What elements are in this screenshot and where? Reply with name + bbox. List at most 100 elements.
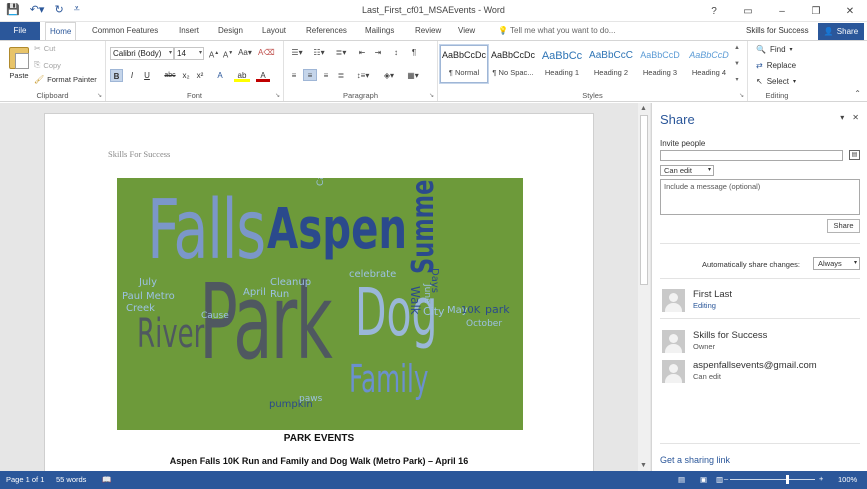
sort-icon[interactable]: ↕ [390, 47, 402, 59]
document-heading[interactable]: PARK EVENTS [45, 433, 593, 444]
get-sharing-link[interactable]: Get a sharing link [660, 455, 730, 465]
invite-people-input[interactable] [660, 150, 843, 161]
zoom-out-icon[interactable]: – [724, 474, 728, 483]
tab-layout[interactable]: Layout [258, 22, 290, 40]
style-heading-3[interactable]: AaBbCcD Heading 3 [636, 45, 684, 83]
close-icon[interactable]: ✕ [852, 113, 859, 122]
zoom-level[interactable]: 100% [838, 475, 857, 484]
text-effects-button[interactable]: A [212, 69, 228, 82]
multilevel-list-icon[interactable]: ≣▾ [332, 47, 350, 59]
tab-insert[interactable]: Insert [175, 22, 203, 40]
word-count[interactable]: 55 words [56, 475, 86, 484]
clear-formatting-icon[interactable]: A⌫ [258, 47, 275, 59]
tab-design[interactable]: Design [214, 22, 247, 40]
document-page[interactable]: Skills For Success Falls Aspen Summer Pa… [44, 113, 594, 483]
font-family-select[interactable]: Calibri (Body) ▾ [110, 47, 174, 60]
style-heading-1[interactable]: AaBbCc Heading 1 [538, 45, 586, 83]
replace-button[interactable]: ⇄ Replace [756, 61, 796, 70]
web-layout-icon[interactable]: ▥ [716, 475, 723, 484]
increase-indent-icon[interactable]: ⇥ [372, 47, 384, 59]
scroll-down-icon[interactable]: ▼ [640, 462, 647, 469]
underline-button[interactable]: U [140, 69, 154, 82]
style-no-spacing[interactable]: AaBbCcDc ¶ No Spac... [489, 45, 537, 83]
ribbon-display-icon[interactable]: ▭ [731, 0, 765, 22]
shrink-font-icon[interactable]: A▼ [222, 47, 234, 60]
share-send-button[interactable]: Share [827, 219, 860, 233]
page-count[interactable]: Page 1 of 1 [6, 475, 44, 484]
highlight-button[interactable]: ab [234, 69, 250, 82]
style-normal[interactable]: AaBbCcDc ¶ Normal [439, 44, 489, 84]
shared-person[interactable]: aspenfallsevents@gmail.com Can edit [662, 360, 862, 386]
paste-button[interactable]: Paste [6, 47, 32, 80]
dialog-launcher-icon[interactable]: ↘ [275, 92, 280, 99]
account-name[interactable]: Skills for Success [746, 22, 809, 40]
subscript-button[interactable]: x₂ [180, 69, 192, 82]
zoom-slider[interactable] [730, 479, 815, 480]
tab-mailings[interactable]: Mailings [361, 22, 398, 40]
zoom-in-icon[interactable]: + [819, 474, 823, 483]
tell-me-box[interactable]: 💡 Tell me what you want to do... [498, 22, 615, 40]
italic-button[interactable]: I [126, 69, 138, 82]
shared-person[interactable]: Skills for Success Owner [662, 330, 862, 356]
tab-file[interactable]: File [0, 22, 40, 40]
chevron-down-icon[interactable]: ▾ [840, 113, 844, 122]
cut-button[interactable]: ✂ Cut [34, 44, 55, 53]
grow-font-icon[interactable]: A▲ [208, 47, 220, 60]
address-book-icon[interactable]: ▤ [849, 150, 860, 160]
dialog-launcher-icon[interactable]: ↘ [429, 92, 434, 99]
help-icon[interactable]: ? [697, 0, 731, 22]
style-heading-4[interactable]: AaBbCcD Heading 4 [685, 45, 733, 83]
scroll-thumb[interactable] [640, 115, 648, 285]
auto-share-select[interactable]: Always ▾ [813, 257, 860, 270]
tab-view[interactable]: View [454, 22, 479, 40]
message-input[interactable]: Include a message (optional) [660, 179, 860, 215]
change-case-icon[interactable]: Aa▾ [238, 47, 252, 59]
close-icon[interactable]: ✕ [833, 0, 867, 22]
superscript-button[interactable]: x² [194, 69, 206, 82]
document-subheading[interactable]: Aspen Falls 10K Run and Family and Dog W… [45, 456, 593, 466]
shading-icon[interactable]: ◈▾ [380, 70, 398, 82]
chevron-up-icon[interactable]: ▲ [734, 45, 740, 51]
scroll-up-icon[interactable]: ▲ [640, 105, 647, 112]
font-color-button[interactable]: A [256, 69, 270, 82]
bullets-icon[interactable]: ☰▾ [288, 47, 306, 59]
numbering-icon[interactable]: ☷▾ [310, 47, 328, 59]
more-icon[interactable]: ▾ [735, 76, 738, 83]
restore-icon[interactable]: ❐ [799, 0, 833, 22]
tab-references[interactable]: References [302, 22, 351, 40]
find-button[interactable]: 🔍 Find ▾ [756, 45, 793, 54]
vertical-scrollbar[interactable]: ▲ ▼ [638, 103, 650, 471]
shared-person[interactable]: First Last Editing [662, 289, 862, 315]
font-size-select[interactable]: 14 ▾ [174, 47, 204, 60]
dialog-launcher-icon[interactable]: ↘ [739, 92, 744, 99]
collapse-ribbon-icon[interactable]: ⌃ [854, 89, 861, 98]
align-center-icon[interactable]: ≡ [303, 69, 317, 81]
justify-icon[interactable]: ≣ [335, 70, 347, 82]
strikethrough-button[interactable]: abc [162, 69, 178, 82]
minimize-icon[interactable]: – [765, 0, 799, 22]
style-heading-2[interactable]: AaBbCcC Heading 2 [587, 45, 635, 83]
styles-scroll[interactable]: ▲ ▼ ▾ [732, 45, 742, 83]
permission-select[interactable]: Can edit ▾ [660, 165, 714, 176]
bold-button[interactable]: B [110, 69, 123, 82]
proofing-icon[interactable]: 📖 [102, 475, 111, 484]
tab-common-features[interactable]: Common Features [88, 22, 162, 40]
tab-review[interactable]: Review [411, 22, 445, 40]
word-cloud-image[interactable]: Falls Aspen Summer Park Dog Family River… [117, 178, 523, 430]
chevron-down-icon[interactable]: ▼ [734, 61, 740, 67]
show-marks-icon[interactable]: ¶ [408, 47, 420, 59]
tab-home[interactable]: Home [45, 22, 77, 41]
select-button[interactable]: ↖ Select ▾ [756, 77, 796, 86]
read-mode-icon[interactable]: ▤ [678, 475, 685, 484]
share-button[interactable]: 👤 Share [818, 23, 864, 40]
decrease-indent-icon[interactable]: ⇤ [356, 47, 368, 59]
dialog-launcher-icon[interactable]: ↘ [97, 92, 102, 99]
zoom-thumb[interactable] [786, 475, 789, 484]
format-painter-button[interactable]: 🖌 Format Painter [34, 75, 97, 84]
borders-icon[interactable]: ▦▾ [404, 70, 422, 82]
print-layout-icon[interactable]: ▣ [700, 475, 707, 484]
align-left-icon[interactable]: ≡ [288, 70, 300, 82]
line-spacing-icon[interactable]: ↕≡▾ [354, 70, 372, 82]
copy-button[interactable]: ⎘ Copy [34, 60, 61, 70]
align-right-icon[interactable]: ≡ [320, 70, 332, 82]
